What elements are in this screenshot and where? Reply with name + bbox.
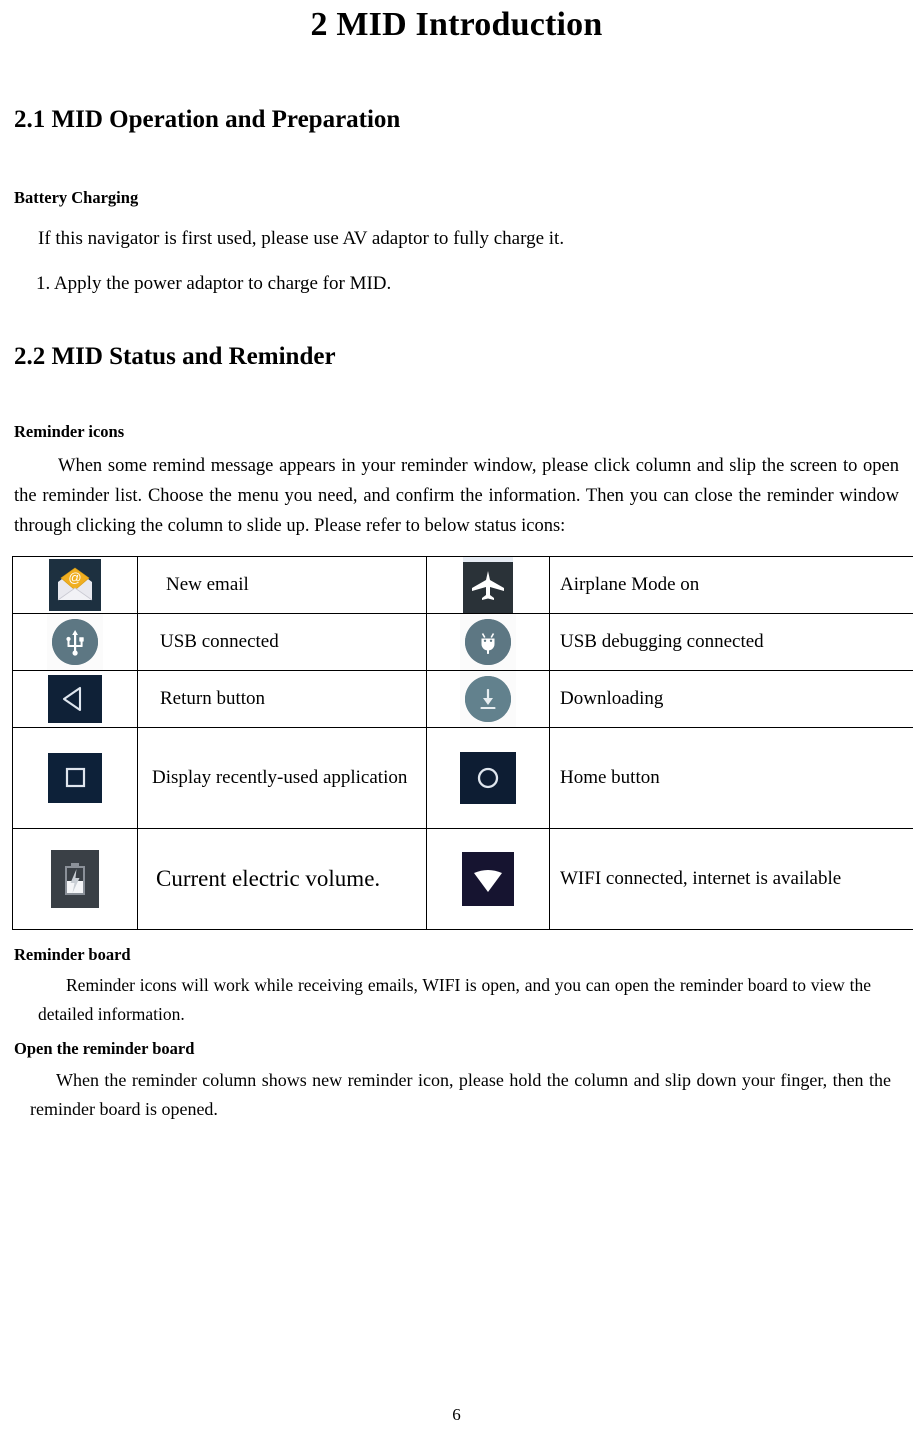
usb-icon-circle xyxy=(52,618,98,665)
status-icons-table: @ New email Airplane Mode on USB connect… xyxy=(12,555,913,930)
table-row: @ New email Airplane Mode on xyxy=(12,555,913,614)
new-email-icon-cell: @ xyxy=(12,555,138,614)
usb-connected-icon-cell xyxy=(12,612,138,671)
subheading-reminder-icons: Reminder icons xyxy=(14,421,125,441)
recent-apps-label: Display recently-used application xyxy=(152,766,408,788)
reminder-icons-intro: When some remind message appears in your… xyxy=(14,456,899,536)
battery-charging-icon-cell xyxy=(12,827,138,930)
svg-text:@: @ xyxy=(68,570,81,585)
usb-debugging-icon-circle xyxy=(465,618,511,665)
new-email-icon: @ xyxy=(49,558,101,611)
airplane-mode-icon-cell xyxy=(426,555,550,614)
return-button-label: Return button xyxy=(160,687,266,709)
downloading-label-cell: Downloading xyxy=(549,669,913,728)
airplane-mode-label: Airplane Mode on xyxy=(560,573,700,595)
return-button-icon-cell xyxy=(12,669,138,728)
wifi-connected-label-cell: WIFI connected, internet is available xyxy=(549,827,913,930)
return-button-label-cell: Return button xyxy=(137,669,427,728)
usb-connected-icon xyxy=(47,613,103,670)
battery-label: Current electric volume. xyxy=(156,865,381,891)
section-heading-2-2: 2.2 MID Status and Reminder xyxy=(14,343,336,371)
section-heading-2-1: 2.1 MID Operation and Preparation xyxy=(14,105,401,133)
recent-apps-icon-cell xyxy=(12,726,138,829)
usb-connected-label-cell: USB connected xyxy=(137,612,427,671)
usb-debugging-icon-cell xyxy=(426,612,550,671)
wifi-connected-label: WIFI connected, internet is available xyxy=(560,867,842,889)
home-button-label: Home button xyxy=(560,766,660,788)
usb-connected-label: USB connected xyxy=(160,630,279,652)
table-row: Display recently-used application Home b… xyxy=(12,726,913,829)
home-button-icon-cell xyxy=(426,726,550,829)
table-row: Return button Downloading xyxy=(12,669,913,728)
airplane-mode-icon xyxy=(463,556,513,613)
recent-apps-label-cell: Display recently-used application xyxy=(137,726,427,829)
recent-apps-icon xyxy=(48,752,102,803)
battery-label-cell: Current electric volume. xyxy=(137,827,427,930)
subheading-battery-charging: Battery Charging xyxy=(14,188,139,208)
home-button-label-cell: Home button xyxy=(549,726,913,829)
subheading-reminder-board: Reminder board xyxy=(14,944,131,964)
page-number: 6 xyxy=(452,1405,461,1424)
document-page: 2 MID Introduction 2.1 MID Operation and… xyxy=(0,0,913,1439)
downloading-icon-cell xyxy=(426,669,550,728)
battery-charging-icon xyxy=(51,849,99,908)
table-row: USB connected USB debugging connected xyxy=(12,612,913,671)
reminder-board-paragraph: Reminder icons will work while receiving… xyxy=(38,975,871,1024)
return-button-icon xyxy=(48,674,102,723)
downloading-label: Downloading xyxy=(560,687,664,709)
new-email-label: New email xyxy=(166,573,249,595)
wifi-connected-icon-cell xyxy=(426,827,550,930)
home-button-icon xyxy=(460,751,516,804)
wifi-connected-icon xyxy=(462,851,514,906)
battery-charging-paragraph-2: 1. Apply the power adaptor to charge for… xyxy=(36,272,392,294)
usb-debugging-label: USB debugging connected xyxy=(560,630,764,652)
airplane-mode-label-cell: Airplane Mode on xyxy=(549,555,913,614)
battery-charging-paragraph-1: If this navigator is first used, please … xyxy=(38,228,565,250)
usb-debugging-label-cell: USB debugging connected xyxy=(549,612,913,671)
open-reminder-board-paragraph: When the reminder column shows new remin… xyxy=(30,1069,891,1119)
subheading-open-reminder-board: Open the reminder board xyxy=(14,1039,195,1059)
downloading-icon xyxy=(460,670,516,727)
new-email-label-cell: New email xyxy=(137,555,427,614)
table-row: Current electric volume. WIFI connected,… xyxy=(12,827,913,930)
usb-debugging-icon xyxy=(460,613,516,670)
downloading-icon-circle xyxy=(465,675,511,722)
chapter-title: 2 MID Introduction xyxy=(310,6,603,43)
